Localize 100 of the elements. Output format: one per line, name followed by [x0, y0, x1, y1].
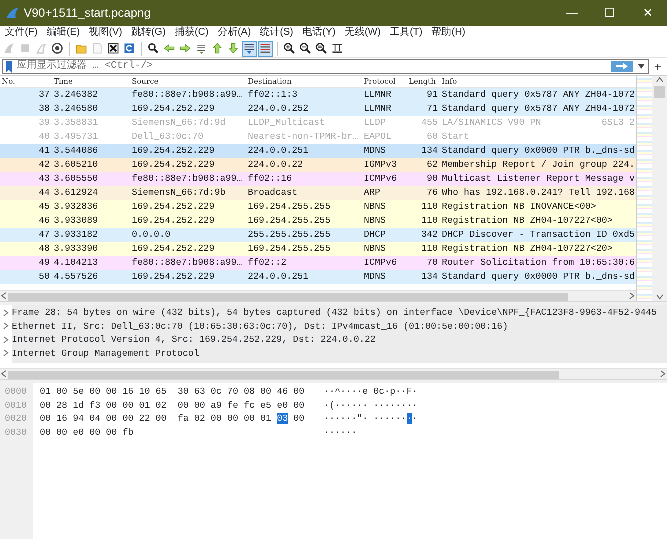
restart-icon [35, 41, 48, 56]
zoom-in-icon [283, 41, 296, 56]
table-cell-text: 110 [420, 242, 439, 256]
packet-row[interactable]: 41 3.544086 169.254.252.229 224.0.0.251 MDNS 134 Standard query 0x0000 PTR b._dns-sd [0, 144, 636, 158]
maximize-button[interactable]: ☐ [591, 4, 629, 22]
table-cell-text: Membership Report / Join group 224. [441, 158, 636, 172]
tree-item[interactable]: Ethernet II, Src: Dell_63:0c:70 (10:65:30:63:0c:70), Dst: IPv4mcast_16 (01:00:5e:00:00:16) [12, 320, 508, 333]
hex-bytes: 00 28 1d f3 00 00 01 02 00 00 a9 fe fc e5 e0 00 [40, 400, 305, 410]
table-cell-text: 41 [38, 144, 51, 158]
packet-row[interactable]: 48 3.933390 169.254.252.229 169.254.255.255 NBNS 110 Registration NB ZH04-107227<20> [0, 242, 636, 256]
table-cell-text: 342 [420, 228, 439, 242]
table-cell-text: fe80::88e7:b908:a99… [131, 172, 244, 186]
tree-item[interactable]: Internet Protocol Version 4, Src: 169.254.252.229, Dst: 224.0.0.22 [12, 333, 376, 346]
menu-item[interactable]: 编辑(E) [46, 26, 80, 40]
scroll-right-icon [659, 370, 667, 378]
scrollbar-thumb[interactable] [654, 86, 665, 98]
table-cell-text: 3.605210 [53, 158, 100, 172]
search-button[interactable] [146, 40, 161, 56]
tree-item[interactable]: Internet Group Management Protocol [12, 346, 200, 360]
menu-item[interactable]: 跳转(G) [131, 26, 166, 40]
table-cell-text: Standard query 0x5787 ANY ZH04-1072 [441, 88, 636, 102]
packet-row[interactable]: 46 3.933089 169.254.252.229 169.254.255.255 NBNS 110 Registration NB ZH04-107227<00> [0, 214, 636, 228]
table-cell-text: 169.254.252.229 [131, 270, 216, 284]
menu-item[interactable]: 电话(Y) [302, 26, 336, 40]
apply-filter-button[interactable] [611, 61, 633, 72]
up-arrow-button[interactable] [210, 40, 225, 56]
menu-item[interactable]: 工具(T) [390, 26, 423, 40]
table-cell-text: Registration NB INOVANCE<00> [441, 200, 598, 214]
expand-icon[interactable] [2, 349, 10, 358]
table-cell-text: 48 [38, 242, 51, 256]
expand-icon[interactable] [2, 336, 10, 344]
minimize-button[interactable]: — [553, 4, 591, 22]
zoom-in-button[interactable] [282, 40, 297, 56]
packet-row[interactable]: 44 3.612924 SiemensN_66:7d:9b Broadcast ARP 76 Who has 192.168.0.241? Tell 192.168 [0, 186, 636, 200]
table-cell-text: 3.933182 [53, 228, 100, 242]
add-filter-button[interactable]: + [651, 60, 665, 74]
table-cell-text: 47 [38, 228, 51, 242]
table-cell-text: 46 [38, 214, 51, 228]
up-arrow-icon [211, 41, 224, 56]
table-cell-text: 169.254.255.255 [247, 200, 332, 214]
expand-icon[interactable] [2, 308, 10, 317]
menu-item[interactable]: 文件(F) [5, 26, 38, 40]
zoom-out-icon [299, 41, 312, 56]
zoom-out-button[interactable] [298, 40, 313, 56]
table-cell-text: 3.358831 [53, 116, 100, 130]
menu-item[interactable]: 无线(W) [344, 26, 381, 40]
scroll-left-icon [0, 370, 8, 378]
table-cell-text: 455 [420, 116, 439, 130]
reload-button[interactable] [122, 40, 137, 56]
target-button[interactable] [50, 40, 65, 56]
table-cell-text: LLMNR [363, 88, 393, 102]
table-cell-text: Registration NB ZH04-107227<20> [441, 242, 614, 256]
colored-lines-button[interactable] [258, 40, 273, 56]
menu-item[interactable]: 帮助(H) [432, 26, 466, 40]
packet-row[interactable]: 45 3.932836 169.254.252.229 169.254.255.255 NBNS 110 Registration NB INOVANCE<00> [0, 200, 636, 214]
packet-row[interactable]: 38 3.246580 169.254.252.229 224.0.0.252 LLMNR 71 Standard query 0x5787 ANY ZH04-1072 [0, 102, 636, 116]
table-cell-text: NBNS [363, 200, 388, 214]
table-cell-text: Registration NB ZH04-107227<00> [441, 214, 614, 228]
packet-row[interactable]: 42 3.605210 169.254.252.229 224.0.0.22 IGMPv3 62 Membership Report / Join group 224. [0, 158, 636, 172]
ascii-text: ······"· ······ [324, 413, 407, 424]
packet-row[interactable]: 49 4.104213 fe80::88e7:b908:a99… ff02::2 ICMPv6 70 Router Solicitation from 10:65:30:6 [0, 256, 636, 270]
scrollbar-thumb[interactable] [8, 370, 559, 378]
menu-item[interactable]: 统计(S) [260, 26, 294, 40]
menu-item[interactable]: 捕获(C) [174, 26, 209, 40]
scroll-down-icon [656, 293, 664, 301]
close-file-button[interactable] [106, 40, 121, 56]
table-cell-text: MDNS [363, 270, 388, 284]
close-button[interactable]: ✕ [629, 4, 667, 22]
table-cell-text: EAPOL [363, 130, 393, 144]
right-arrow-icon [615, 62, 629, 71]
packet-row[interactable]: 37 3.246382 fe80::88e7:b908:a99… ff02::1:3 LLMNR 91 Standard query 0x5787 ANY ZH04-1072 [0, 88, 636, 102]
selected-byte[interactable]: 03 [277, 413, 288, 424]
table-cell-text: Broadcast [247, 186, 299, 200]
autoscroll-button[interactable] [242, 40, 257, 56]
bookmark-icon [5, 60, 13, 72]
table-cell-text: MDNS [363, 144, 388, 158]
expand-icon[interactable] [2, 322, 10, 330]
table-cell-text: NBNS [363, 214, 388, 228]
table-cell-text: 71 [426, 102, 439, 116]
table-cell-text: Dell_63:0c:70 [131, 130, 205, 144]
table-cell-text: ARP [363, 186, 382, 200]
table-cell-text: NBNS [363, 242, 388, 256]
table-cell-text: 3.246580 [53, 102, 100, 116]
packet-row[interactable]: 50 4.557526 169.254.252.229 224.0.0.251 MDNS 134 Standard query 0x0000 PTR b._dns-sd [0, 270, 636, 284]
table-cell-text: 60 [426, 130, 439, 144]
packet-row[interactable]: 43 3.605550 fe80::88e7:b908:a99… ff02::16 ICMPv6 90 Multicast Listener Report Message v [0, 172, 636, 186]
tree-item[interactable]: Frame 28: 54 bytes on wire (432 bits), 54 bytes captured (432 bits) on interface \Device\NPF_{FAC123F8-9963-4F52-9445 [12, 306, 658, 320]
packet-row[interactable]: 47 3.933182 0.0.0.0 255.255.255.255 DHCP 342 DHCP Discover - Transaction ID 0xd5 [0, 228, 636, 242]
table-cell-text: 224.0.0.251 [247, 270, 310, 284]
table-cell-text: 110 [420, 214, 439, 228]
table-cell-text: Nearest-non-TPMR-br… [247, 130, 360, 144]
menu-item[interactable]: 分析(A) [218, 26, 252, 40]
byte-offset: 0030 [5, 426, 28, 439]
byte-offset: 0010 [5, 398, 28, 412]
ascii-text: ··^····e 0c·p··F· [324, 386, 418, 397]
menu-item[interactable]: 视图(V) [89, 26, 122, 40]
table-cell-text: Multicast Listener Report Message v [441, 172, 636, 186]
zoom-reset-button[interactable] [314, 40, 329, 56]
down-arrow-icon [227, 41, 240, 56]
scrollbar-thumb[interactable] [8, 292, 568, 301]
